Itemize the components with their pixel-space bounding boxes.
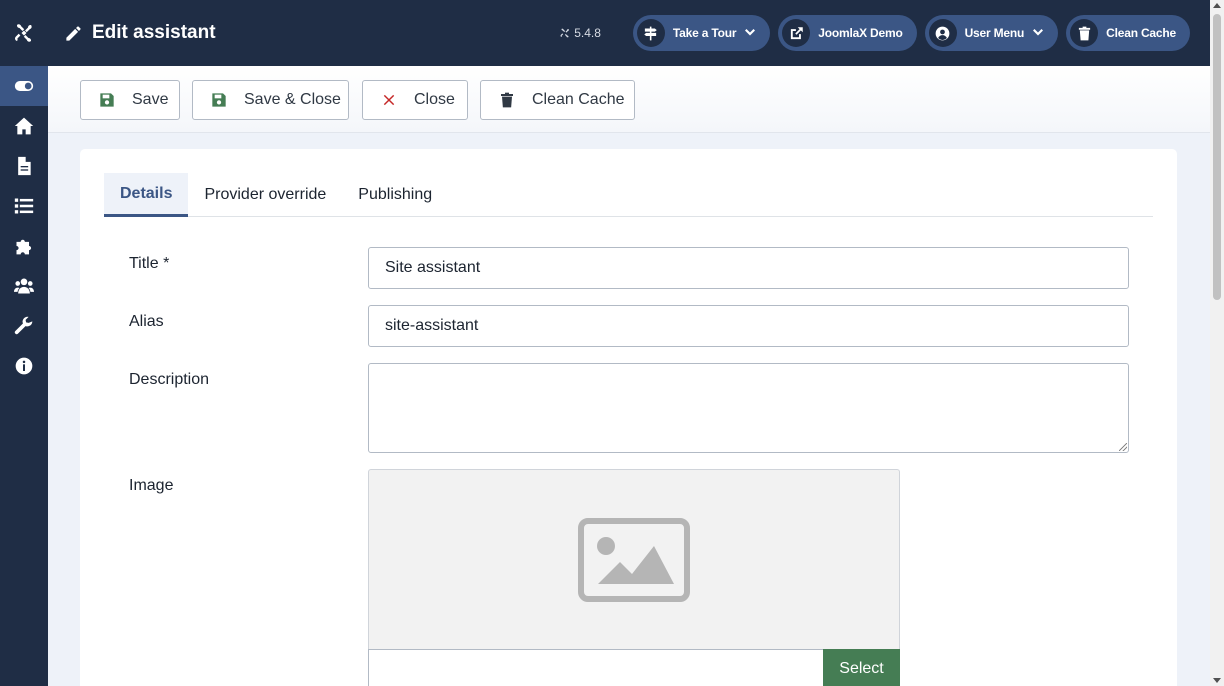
user-circle-icon [928,19,957,47]
save-icon [212,93,226,107]
header-actions: 5.4.8 Take a Tour JoomlaX Demo User Menu [559,15,1190,51]
alias-label: Alias [129,313,164,330]
tab-publishing[interactable]: Publishing [342,173,448,216]
home-icon[interactable] [0,106,48,146]
header-clean-cache-button[interactable]: Clean Cache [1066,15,1190,51]
page-title: Edit assistant [64,22,216,44]
title-input-value: Site assistant [385,259,481,276]
action-toolbar: Save Save & Close Close Clean Cache [48,66,1210,133]
pencil-icon [66,25,81,41]
signpost-icon [636,19,665,47]
image-preview [368,469,900,650]
title-label: Title * [129,255,170,272]
scroll-down-arrow-icon[interactable] [1213,678,1221,683]
sidebar [0,0,48,686]
image-path-field[interactable] [368,649,823,686]
user-menu-button[interactable]: User Menu [924,15,1059,51]
trash-icon [501,92,513,108]
document-icon[interactable] [0,146,48,186]
close-icon [383,94,395,106]
user-menu-label: User Menu [964,26,1025,40]
version-text: 5.4.8 [574,26,601,40]
wrench-icon[interactable] [0,306,48,346]
list-icon[interactable] [0,186,48,226]
tab-list: Details Provider override Publishing [104,173,1153,217]
clean-cache-label: Clean Cache [532,91,625,108]
image-select-button[interactable]: Select [823,649,900,686]
toggle-menu-icon[interactable] [0,66,48,106]
image-placeholder-icon [578,518,690,602]
save-icon [100,93,114,107]
users-icon[interactable] [0,266,48,306]
description-textarea[interactable] [368,363,1129,453]
image-label: Image [129,477,174,494]
header-bar: Edit assistant 5.4.8 Take a Tour JoomlaX… [48,0,1210,66]
clean-cache-button[interactable]: Clean Cache [480,80,635,120]
take-a-tour-label: Take a Tour [672,26,737,40]
save-close-button[interactable]: Save & Close [192,80,349,120]
joomlax-demo-label: JoomlaX Demo [818,26,903,40]
chevron-down-icon [745,29,756,36]
joomla-small-icon [560,28,570,38]
external-link-icon [782,19,811,47]
save-label: Save [132,91,169,108]
alias-input[interactable]: site-assistant [368,305,1129,347]
title-input[interactable]: Site assistant [368,247,1129,289]
puzzle-icon[interactable] [0,226,48,266]
chevron-down-icon [1033,29,1044,36]
scrollbar-thumb[interactable] [1213,14,1221,300]
tab-details[interactable]: Details [104,173,189,217]
joomlax-demo-button[interactable]: JoomlaX Demo [778,15,917,51]
version-badge: 5.4.8 [559,26,601,40]
scroll-up-arrow-icon[interactable] [1213,3,1221,8]
resize-handle[interactable] [1119,443,1127,451]
save-close-label: Save & Close [244,91,341,108]
page-scrollbar[interactable] [1210,0,1224,686]
close-label: Close [414,91,455,108]
edit-form-card: Details Provider override Publishing Tit… [80,149,1177,686]
page-title-text: Edit assistant [92,22,216,43]
trash-icon [1070,19,1099,47]
take-a-tour-button[interactable]: Take a Tour [632,15,771,51]
header-clean-cache-label: Clean Cache [1106,26,1176,40]
joomla-logo-icon[interactable] [0,0,48,66]
alias-input-value: site-assistant [385,317,479,334]
tab-provider-override[interactable]: Provider override [188,173,342,216]
description-label: Description [129,371,210,388]
close-button[interactable]: Close [362,80,468,120]
info-icon[interactable] [0,346,48,386]
save-button[interactable]: Save [80,80,180,120]
